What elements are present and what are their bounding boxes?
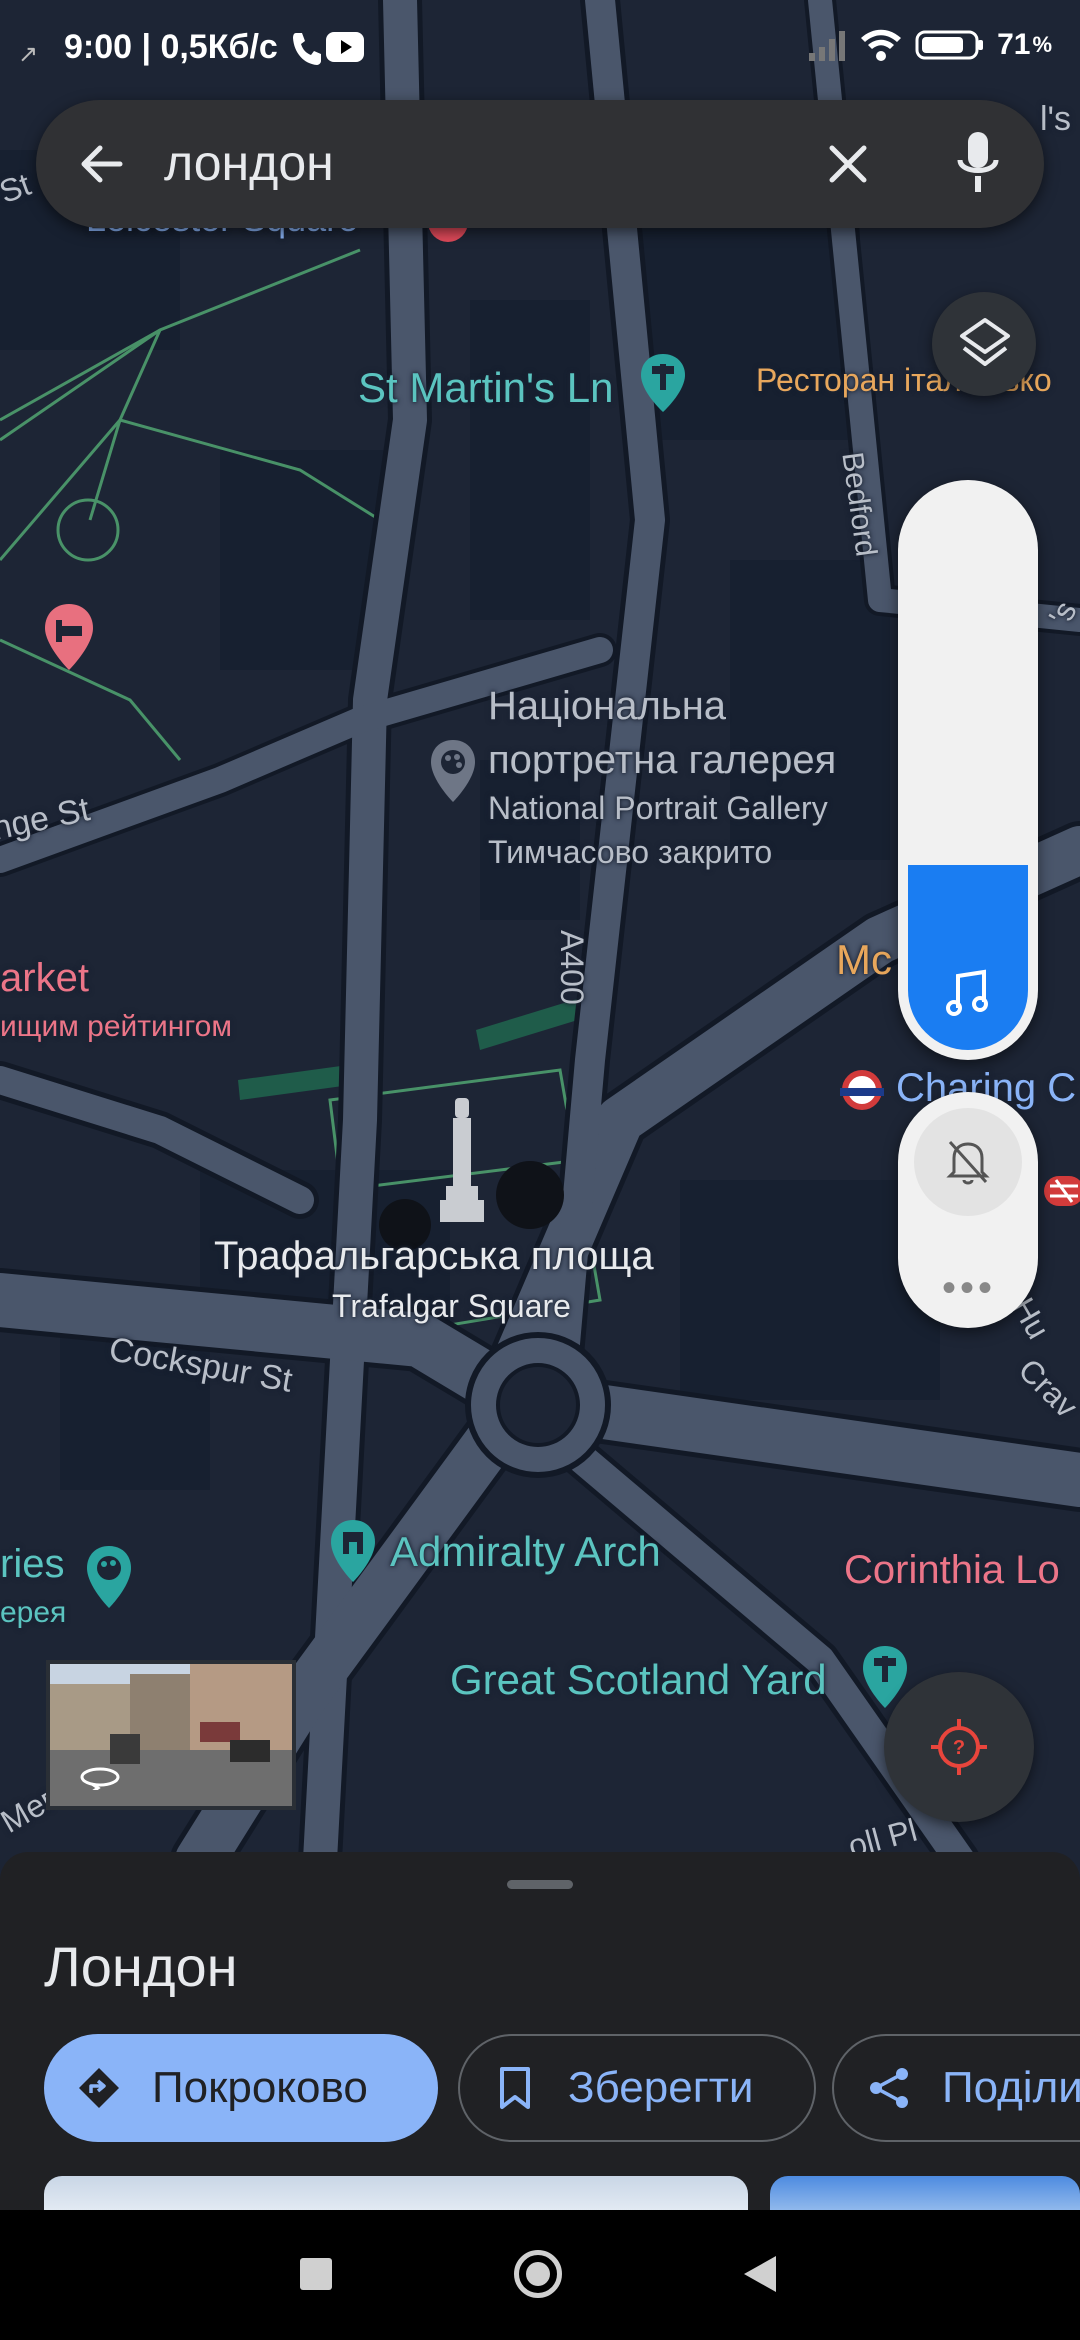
gallery-pin-icon[interactable] bbox=[84, 1544, 134, 1610]
rail-icon[interactable] bbox=[1044, 1176, 1080, 1206]
home-icon[interactable] bbox=[514, 2250, 562, 2298]
map-label-npg-line1[interactable]: Національна bbox=[488, 684, 726, 729]
place-title: Лондон bbox=[44, 1935, 238, 1998]
volume-level bbox=[908, 865, 1028, 1050]
my-location-button[interactable]: ? bbox=[884, 1672, 1034, 1822]
save-button[interactable]: Зберегти bbox=[458, 2034, 816, 2142]
arch-pin-icon[interactable] bbox=[328, 1518, 378, 1584]
signal-icon bbox=[809, 31, 846, 61]
youtube-icon bbox=[326, 32, 364, 67]
layers-button[interactable] bbox=[932, 292, 1036, 396]
phone-icon bbox=[290, 30, 322, 71]
map-label-trafalgar-uk[interactable]: Трафальгарська площа bbox=[214, 1234, 654, 1279]
map-label-npg-line2[interactable]: портретна галерея bbox=[488, 738, 836, 783]
map-label-st-martins-ln[interactable]: St Martin's Ln bbox=[358, 364, 613, 412]
search-bar[interactable]: лондон bbox=[36, 100, 1044, 228]
sheet-drag-handle[interactable] bbox=[507, 1880, 573, 1889]
ringer-panel: ••• bbox=[898, 1092, 1038, 1328]
ringer-mute-button[interactable] bbox=[914, 1108, 1022, 1216]
map-label-great-scotland-yard[interactable]: Great Scotland Yard bbox=[450, 1656, 827, 1704]
microphone-icon[interactable] bbox=[956, 130, 1000, 201]
share-label: Поділи bbox=[942, 2063, 1080, 2112]
place-sheet[interactable]: Лондон Покроково Зберегти Поділи bbox=[0, 1852, 1080, 2212]
map-label-market-sub: ищим рейтингом bbox=[0, 1010, 232, 1043]
hotel-pin-icon[interactable] bbox=[42, 602, 96, 672]
map-label-galleries-sub: ерея bbox=[0, 1596, 67, 1629]
map-label-edge-top-right: l's bbox=[1040, 100, 1072, 138]
directions-label: Покроково bbox=[152, 2063, 368, 2112]
map-label-corinthia[interactable]: Corinthia Lo bbox=[844, 1548, 1060, 1593]
svg-text:?: ? bbox=[953, 1737, 965, 1759]
battery-icon bbox=[915, 30, 984, 60]
back-icon[interactable] bbox=[742, 2254, 778, 2294]
map-label-npg-en[interactable]: National Portrait Gallery bbox=[488, 790, 828, 827]
layers-icon bbox=[960, 318, 1010, 366]
rotate-360-icon bbox=[80, 1767, 120, 1790]
bell-off-icon bbox=[946, 1140, 990, 1185]
map-label-mcdonalds[interactable]: Mc bbox=[836, 936, 892, 984]
directions-button[interactable]: Покроково bbox=[44, 2034, 438, 2142]
landmark-pin-icon[interactable] bbox=[638, 352, 688, 414]
save-label: Зберегти bbox=[568, 2063, 754, 2112]
map-label-trafalgar-en[interactable]: Trafalgar Square bbox=[332, 1288, 571, 1325]
battery-percent: 71 bbox=[997, 28, 1031, 61]
share-icon bbox=[870, 2068, 908, 2108]
status-time: 9:00 | 0,5Кб/с bbox=[64, 28, 278, 66]
location-unknown-icon: ? bbox=[931, 1719, 987, 1775]
recents-icon[interactable] bbox=[300, 2258, 332, 2290]
map-label-galleries[interactable]: ries bbox=[0, 1542, 64, 1587]
music-note-icon bbox=[946, 969, 988, 1016]
clear-icon[interactable] bbox=[826, 142, 870, 191]
status-right: 71% bbox=[807, 28, 1052, 62]
bookmark-icon bbox=[500, 2067, 530, 2109]
search-query[interactable]: лондон bbox=[164, 134, 334, 192]
street-view-thumbnail[interactable] bbox=[46, 1660, 296, 1810]
map-label-a400: A400 bbox=[554, 930, 590, 1005]
underground-station-icon[interactable] bbox=[840, 1070, 884, 1110]
directions-icon bbox=[79, 2068, 119, 2108]
museum-pin-icon[interactable] bbox=[428, 738, 478, 804]
map-label-npg-status: Тимчасово закрито bbox=[488, 834, 773, 870]
system-nav-bar bbox=[0, 2210, 1080, 2340]
status-bar: ↗ 9:00 | 0,5Кб/с 71% bbox=[0, 0, 1080, 96]
map-label-admiralty-arch[interactable]: Admiralty Arch bbox=[390, 1528, 661, 1576]
back-arrow-icon[interactable] bbox=[76, 138, 128, 195]
more-options-icon[interactable]: ••• bbox=[942, 1266, 996, 1311]
volume-slider[interactable] bbox=[898, 480, 1038, 1060]
share-button[interactable]: Поділи bbox=[832, 2034, 1080, 2142]
wifi-icon bbox=[861, 29, 902, 61]
map-label-market[interactable]: arket bbox=[0, 956, 89, 1001]
arrow-icon: ↗ bbox=[18, 41, 39, 68]
